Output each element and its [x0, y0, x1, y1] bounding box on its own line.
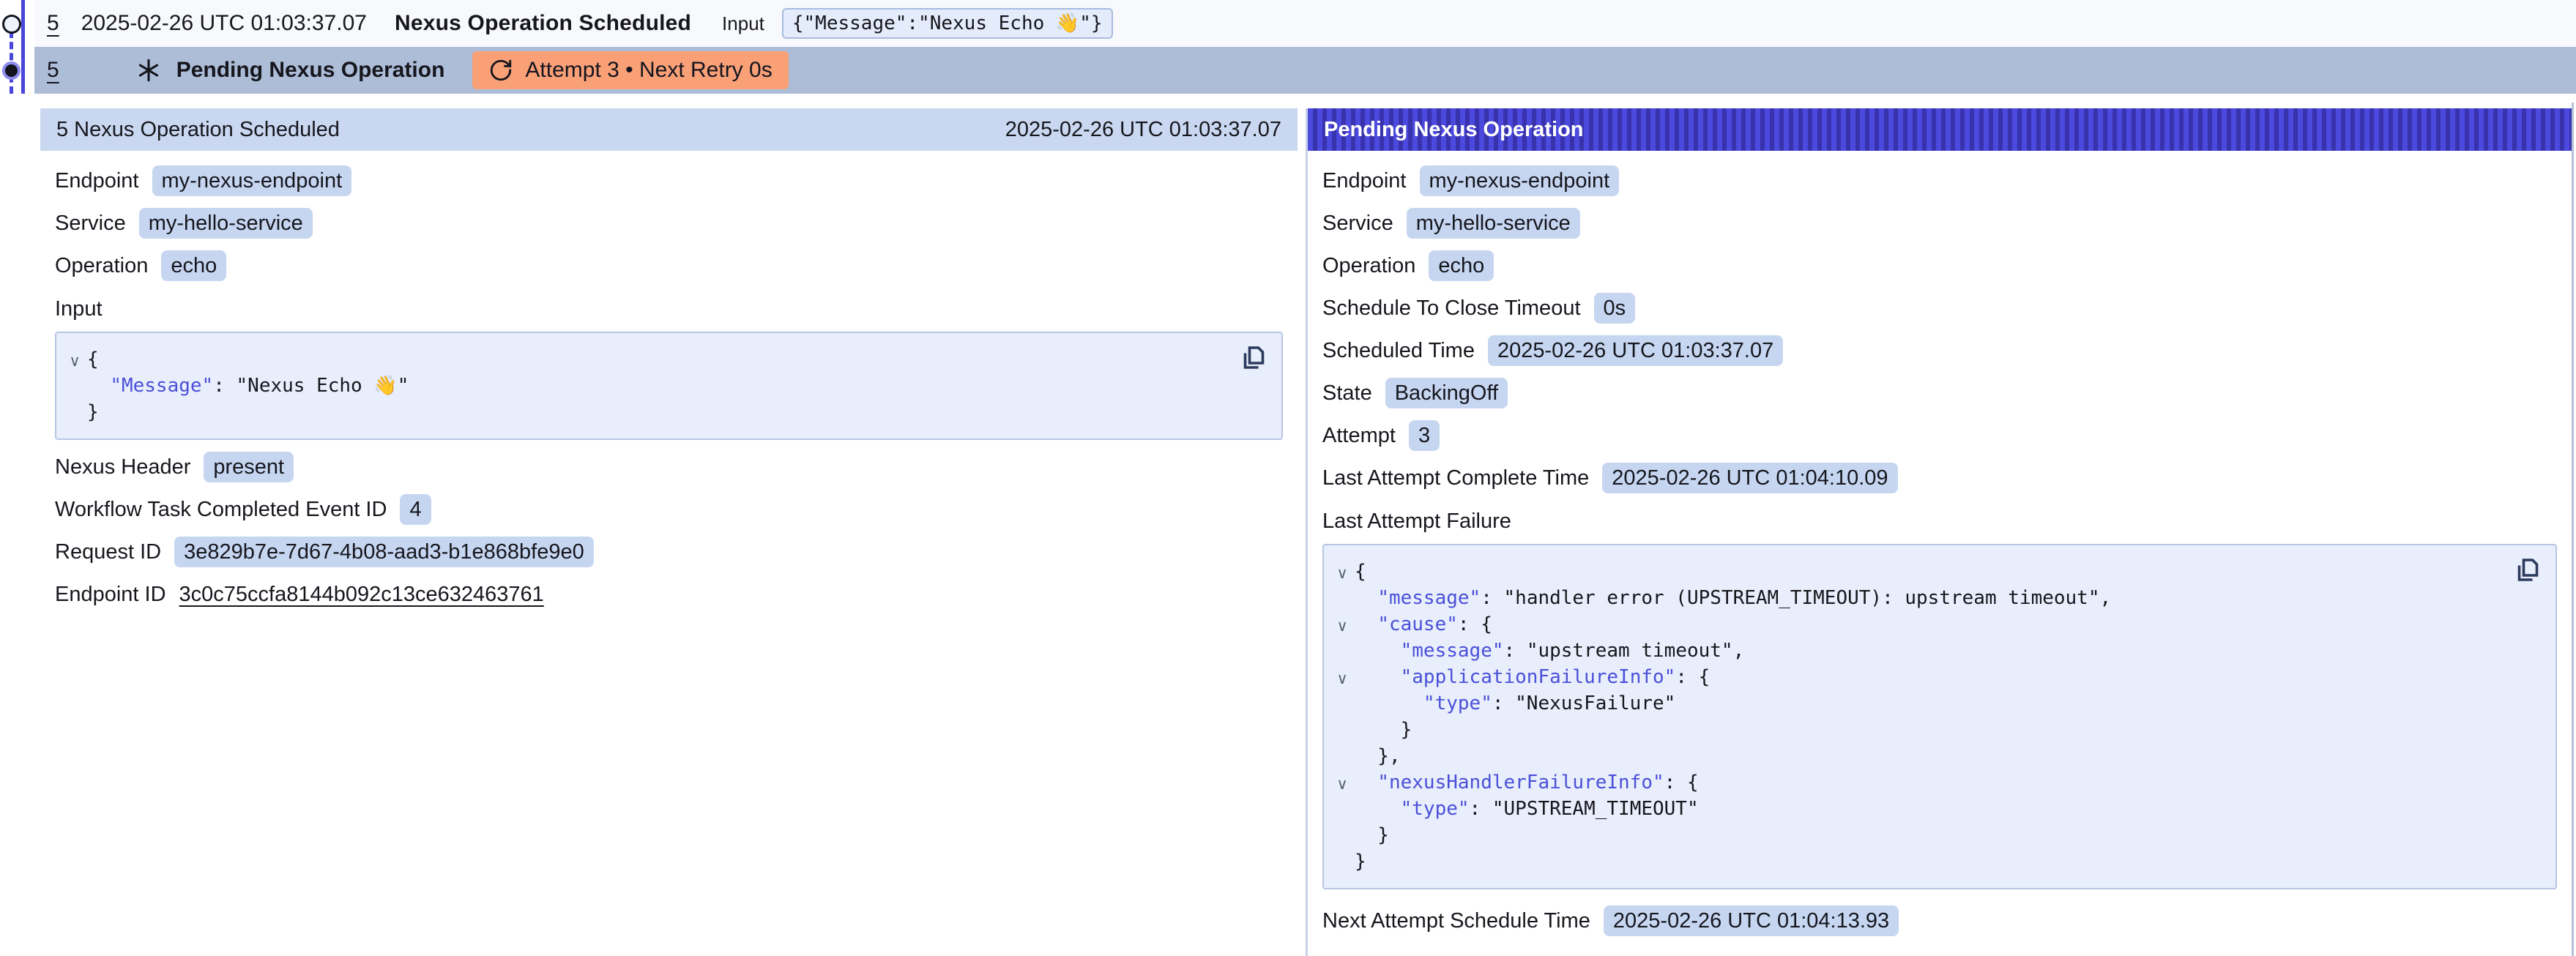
field-scheduled-time: Scheduled Time 2025-02-26 UTC 01:03:37.0…: [1322, 335, 2557, 366]
field-label: Endpoint: [1322, 169, 1407, 193]
failure-code-block: ∨{ "message": "handler error (UPSTREAM_T…: [1322, 544, 2557, 889]
field-label: Endpoint: [55, 169, 139, 193]
input-inline-label: Input: [722, 12, 764, 35]
event-title: Nexus Operation Scheduled: [395, 11, 691, 36]
field-endpoint-id: Endpoint ID 3c0c75ccfa8144b092c13ce63246…: [55, 579, 1283, 610]
field-value-badge: echo: [1429, 250, 1494, 281]
failure-section-label: Last Attempt Failure: [1322, 509, 2557, 534]
field-service: Service my-hello-service: [55, 208, 1283, 239]
field-nexus-header: Nexus Header present: [55, 452, 1283, 482]
field-operation: Operation echo: [55, 250, 1283, 281]
field-service: Service my-hello-service: [1322, 208, 2557, 239]
attempt-retry-badge: Attempt 3 • Next Retry 0s: [472, 51, 788, 89]
event-detail-title: 5 Nexus Operation Scheduled: [56, 118, 340, 142]
field-label: Operation: [1322, 254, 1415, 278]
field-schedule-to-close-timeout: Schedule To Close Timeout 0s: [1322, 293, 2557, 324]
field-value-badge: 2025-02-26 UTC 01:03:37.07: [1488, 335, 1783, 366]
event-row-scheduled[interactable]: 5 2025-02-26 UTC 01:03:37.07 Nexus Opera…: [34, 0, 2576, 47]
field-value-badge: 2025-02-26 UTC 01:04:13.93: [1604, 905, 1899, 936]
pending-asterisk-icon: [133, 54, 165, 86]
field-label: Service: [55, 212, 126, 236]
field-label: Scheduled Time: [1322, 339, 1475, 363]
field-last-attempt-complete-time: Last Attempt Complete Time 2025-02-26 UT…: [1322, 463, 2557, 493]
field-value-badge: present: [204, 452, 294, 482]
event-id-link[interactable]: 5: [47, 58, 59, 83]
field-next-attempt-schedule-time: Next Attempt Schedule Time 2025-02-26 UT…: [1322, 905, 2557, 936]
field-value-badge: 3: [1409, 420, 1440, 451]
event-detail-panel-scheduled: 5 Nexus Operation Scheduled 2025-02-26 U…: [40, 108, 1298, 956]
timeline-accent-line: [21, 0, 25, 94]
event-detail-timestamp: 2025-02-26 UTC 01:03:37.07: [1005, 118, 1281, 142]
field-attempt: Attempt 3: [1322, 420, 2557, 451]
field-label: Schedule To Close Timeout: [1322, 296, 1581, 321]
scrollbar-track[interactable]: [2572, 102, 2574, 956]
pending-operation-title: Pending Nexus Operation: [1324, 118, 1584, 142]
field-value-badge: 2025-02-26 UTC 01:04:10.09: [1602, 463, 1897, 493]
field-value-badge: my-hello-service: [139, 208, 313, 239]
input-code-block: ∨{ "Message": "Nexus Echo 👋"}: [55, 332, 1283, 440]
field-label: State: [1322, 381, 1372, 406]
attempt-retry-text: Attempt 3 • Next Retry 0s: [525, 58, 772, 83]
field-label: Endpoint ID: [55, 583, 166, 607]
field-label: Attempt: [1322, 424, 1396, 448]
event-timestamp: 2025-02-26 UTC 01:03:37.07: [81, 11, 367, 36]
field-label: Service: [1322, 212, 1393, 236]
field-label: Nexus Header: [55, 455, 190, 479]
pending-operation-panel: Pending Nexus Operation Endpoint my-nexu…: [1306, 108, 2572, 956]
field-value-badge: 3e829b7e-7d67-4b08-aad3-b1e868bfe9e0: [174, 537, 594, 567]
event-row-pending[interactable]: 5 Pending Nexus Operation Attempt 3 • Ne…: [34, 47, 2576, 94]
field-operation: Operation echo: [1322, 250, 2557, 281]
field-value-badge: my-hello-service: [1407, 208, 1580, 239]
timeline-current-dot-icon: [2, 61, 21, 80]
field-value-badge: my-nexus-endpoint: [1420, 165, 1620, 196]
field-label: Last Attempt Complete Time: [1322, 466, 1589, 490]
field-value-badge: BackingOff: [1385, 378, 1508, 408]
field-value-badge: echo: [161, 250, 226, 281]
pending-event-title: Pending Nexus Operation: [176, 58, 445, 83]
field-value-badge: 0s: [1594, 293, 1636, 324]
field-value-badge: 4: [400, 494, 431, 525]
field-endpoint: Endpoint my-nexus-endpoint: [55, 165, 1283, 196]
input-section-label: Input: [55, 297, 1283, 321]
field-label: Operation: [55, 254, 148, 278]
input-preview-chip[interactable]: {"Message":"Nexus Echo 👋"}: [782, 8, 1113, 39]
copy-button[interactable]: [2512, 556, 2542, 586]
field-endpoint: Endpoint my-nexus-endpoint: [1322, 165, 2557, 196]
copy-button[interactable]: [1237, 343, 1268, 374]
field-request-id: Request ID 3e829b7e-7d67-4b08-aad3-b1e86…: [55, 537, 1283, 567]
timeline-event-dot-icon: [2, 15, 21, 34]
retry-icon: [488, 58, 513, 83]
field-label: Next Attempt Schedule Time: [1322, 909, 1590, 933]
event-detail-header: 5 Nexus Operation Scheduled 2025-02-26 U…: [40, 108, 1298, 151]
field-value-badge: my-nexus-endpoint: [152, 165, 352, 196]
field-workflow-task-completed-event-id: Workflow Task Completed Event ID 4: [55, 494, 1283, 525]
field-label: Workflow Task Completed Event ID: [55, 498, 387, 522]
endpoint-id-link[interactable]: 3c0c75ccfa8144b092c13ce632463761: [179, 583, 544, 607]
field-label: Request ID: [55, 540, 161, 564]
field-state: State BackingOff: [1322, 378, 2557, 408]
workflow-event-history-screen: 5 2025-02-26 UTC 01:03:37.07 Nexus Opera…: [0, 0, 2576, 956]
event-id-link[interactable]: 5: [47, 11, 59, 36]
pending-operation-header: Pending Nexus Operation: [1308, 108, 2572, 151]
